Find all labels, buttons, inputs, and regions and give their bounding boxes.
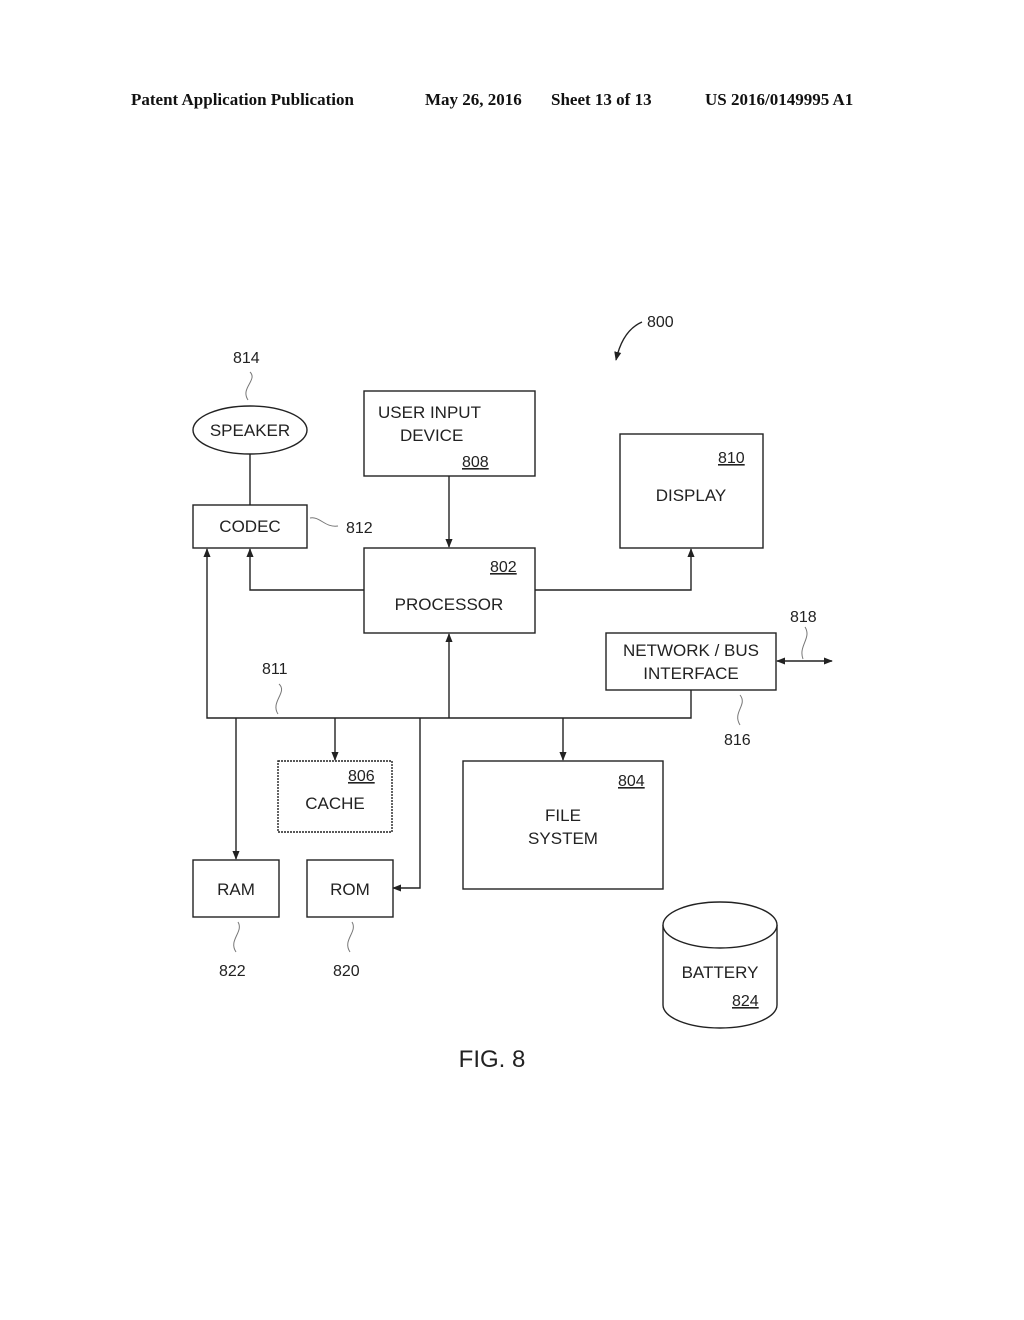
user-input-ref: 808 [462,454,489,471]
display-label: DISPLAY [656,486,727,505]
figure-ref-label: 800 [647,314,674,331]
cache-block: 806 CACHE [277,760,393,833]
battery-label: BATTERY [682,963,759,982]
file-system-block: 804 FILE SYSTEM [462,760,664,890]
codec-ref: 812 [346,520,373,537]
codec-block: CODEC 812 [192,504,373,549]
file-system-ref: 804 [618,773,645,790]
speaker-label: SPEAKER [210,421,290,440]
processor-block: 802 PROCESSOR [363,547,536,634]
network-interface-label-line2: INTERFACE [643,664,738,683]
battery-ref: 824 [732,993,759,1010]
bus-to-rom-arrow [392,718,421,892]
bus-ref: 811 [262,661,288,678]
rom-lead-line [347,921,354,953]
processor-label: PROCESSOR [395,595,504,614]
battery-top [662,901,778,949]
network-interface-lead-line [737,694,743,726]
user-input-label-line2: DEVICE [400,426,463,445]
external-link-ref: 818 [790,609,817,626]
figure-ref-arrow [614,321,643,361]
rom-block: ROM 820 [306,859,394,980]
bus-lead-line [275,683,283,715]
rom-label: ROM [330,880,370,899]
cache-label: CACHE [305,794,365,813]
cache-ref: 806 [348,768,375,785]
processor-to-codec-arrow [246,548,364,591]
block-diagram: 800 814 SPEAKER CODEC 812 USER INPUT DEV… [192,314,833,1073]
ram-label: RAM [217,880,255,899]
ram-block: RAM 822 [192,859,280,980]
speaker-lead-line [245,371,253,401]
figure-ref-800: 800 [614,314,674,361]
file-system-label-line2: SYSTEM [528,829,598,848]
processor-ref: 802 [490,559,517,576]
user-input-label-line1: USER INPUT [378,403,481,422]
network-interface-label-line1: NETWORK / BUS [623,641,759,660]
display-ref: 810 [718,450,745,467]
figure-caption: FIG. 8 [459,1046,526,1073]
user-input-block: USER INPUT DEVICE 808 [363,390,536,477]
network-interface-ref: 816 [724,732,751,749]
display-block: 810 DISPLAY [619,433,764,549]
codec-lead-line [309,517,339,527]
codec-label: CODEC [219,517,280,536]
speaker-block: 814 SPEAKER [192,350,308,455]
file-system-label-line1: FILE [545,806,581,825]
processor-to-display-arrow [535,548,695,591]
battery-block: BATTERY 824 [662,901,778,1029]
external-link-lead-line [801,626,808,660]
ram-ref: 822 [219,963,246,980]
ram-lead-line [233,921,240,953]
rom-ref: 820 [333,963,360,980]
speaker-ref: 814 [233,350,260,367]
